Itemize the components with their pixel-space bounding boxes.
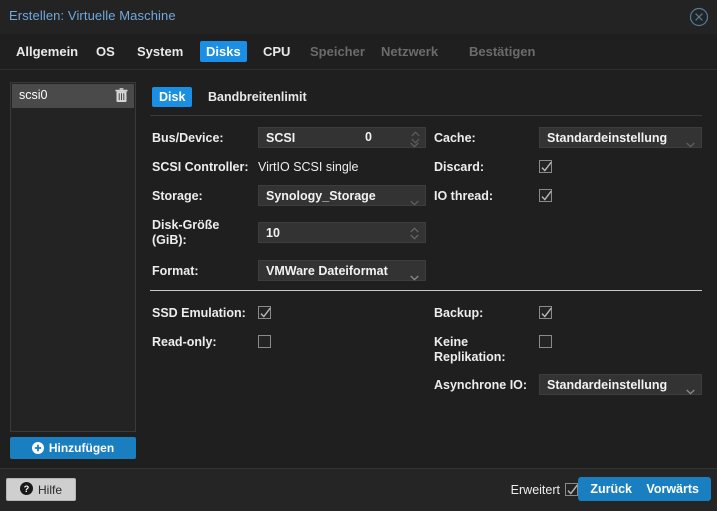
io-thread-checkbox[interactable] <box>539 189 552 202</box>
list-item[interactable]: scsi0 <box>12 84 134 108</box>
disk-size-value: 10 <box>266 226 280 240</box>
ssd-emulation-checkbox[interactable] <box>258 306 271 319</box>
scsi-controller-label: SCSI Controller: <box>152 160 249 174</box>
device-label: scsi0 <box>19 88 48 102</box>
format-label: Format: <box>152 264 199 278</box>
device-number-value: 0 <box>365 130 372 144</box>
bus-device-value: SCSI <box>266 131 296 145</box>
next-button[interactable]: Vorwärts <box>634 477 711 501</box>
tab-os[interactable]: OS <box>90 41 121 62</box>
trash-icon[interactable] <box>115 88 128 103</box>
storage-combobox[interactable]: Synology_Storage <box>258 185 426 206</box>
no-replication-label-line1: Keine <box>434 335 469 349</box>
disk-size-input[interactable]: 10 <box>258 222 426 243</box>
advanced-checkbox[interactable] <box>565 483 578 496</box>
discard-checkbox[interactable] <box>539 160 552 173</box>
discard-label: Discard: <box>434 160 485 174</box>
storage-label: Storage: <box>152 189 203 203</box>
plus-circle-icon <box>31 442 44 454</box>
add-disk-button[interactable]: Hinzufügen <box>10 437 136 459</box>
cache-combobox[interactable]: Standardeinstellung <box>539 127 702 148</box>
scsi-controller-value: VirtIO SCSI single <box>258 160 359 174</box>
dialog-footer: ? Hilfe Erweitert Zurück Vorwärts <box>0 468 717 511</box>
tab-bestaetigen: Bestätigen <box>469 44 536 59</box>
async-io-label: Asynchrone IO: <box>434 378 528 392</box>
chevron-down-icon <box>410 268 419 281</box>
subtab-disk[interactable]: Disk <box>152 87 193 107</box>
tab-allgemein[interactable]: Allgemein <box>10 41 84 62</box>
read-only-label: Read-only: <box>152 335 217 349</box>
question-circle-icon: ? <box>19 481 33 498</box>
tab-speicher: Speicher <box>310 44 365 59</box>
close-icon[interactable] <box>688 6 710 28</box>
chevron-down-icon <box>686 135 695 148</box>
format-value: VMWare Dateiformat <box>266 264 388 278</box>
backup-label: Backup: <box>434 306 484 320</box>
help-label: Hilfe <box>37 482 62 497</box>
create-vm-dialog: Erstellen: Virtuelle Maschine Allgemein … <box>0 0 717 511</box>
disk-size-label-line2: (GiB): <box>152 233 187 247</box>
dialog-titlebar: Erstellen: Virtuelle Maschine <box>0 0 717 35</box>
storage-value: Synology_Storage <box>266 189 376 203</box>
async-io-value: Standardeinstellung <box>547 378 668 392</box>
tab-netzwerk: Netzwerk <box>381 44 439 59</box>
tab-system[interactable]: System <box>131 41 189 62</box>
device-number-spinner[interactable]: 0 <box>358 127 426 148</box>
chevron-down-icon <box>410 193 419 206</box>
spinner-arrows-icon[interactable] <box>411 131 420 144</box>
cache-value: Standardeinstellung <box>547 131 668 145</box>
no-replication-checkbox[interactable] <box>539 335 552 348</box>
backup-checkbox[interactable] <box>539 306 552 319</box>
divider-top <box>150 115 702 116</box>
format-combobox[interactable]: VMWare Dateiformat <box>258 260 426 281</box>
disk-size-label-line1: Disk-Größe <box>152 218 220 232</box>
add-disk-label: Hinzufügen <box>48 441 115 455</box>
no-replication-label-line2: Replikation: <box>434 350 506 364</box>
disk-settings-panel: Disk Bandbreitenlimit Bus/Device: SCSI 0… <box>145 82 707 462</box>
bus-device-label: Bus/Device: <box>152 131 224 145</box>
subtab-bandbreitenlimit[interactable]: Bandbreitenlimit <box>201 87 314 107</box>
advanced-label: Erweitert <box>510 483 560 497</box>
tab-disks[interactable]: Disks <box>200 41 247 62</box>
io-thread-label: IO thread: <box>434 189 494 203</box>
ssd-emulation-label: SSD Emulation: <box>152 306 246 320</box>
disk-device-list: scsi0 <box>10 82 136 432</box>
help-button[interactable]: ? Hilfe <box>6 478 76 501</box>
tab-cpu[interactable]: CPU <box>257 41 296 62</box>
dialog-title: Erstellen: Virtuelle Maschine <box>9 8 176 23</box>
read-only-checkbox[interactable] <box>258 335 271 348</box>
wizard-tabbar: Allgemein OS System Disks CPU Speicher N… <box>0 34 717 70</box>
async-io-combobox[interactable]: Standardeinstellung <box>539 374 702 395</box>
divider-middle <box>150 290 702 291</box>
chevron-down-icon <box>686 382 695 395</box>
svg-text:?: ? <box>24 483 30 493</box>
cache-label: Cache: <box>434 131 476 145</box>
spinner-arrows-icon[interactable] <box>410 227 419 240</box>
